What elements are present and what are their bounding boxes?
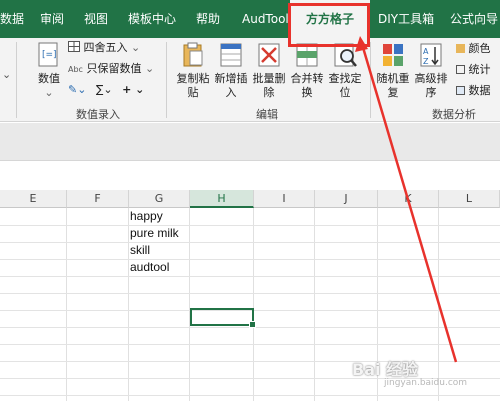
baidu-watermark: Bai 经验: [352, 360, 419, 379]
baidu-watermark-url: jingyan.baidu.com: [384, 378, 468, 388]
annotation-arrow: [355, 36, 458, 363]
